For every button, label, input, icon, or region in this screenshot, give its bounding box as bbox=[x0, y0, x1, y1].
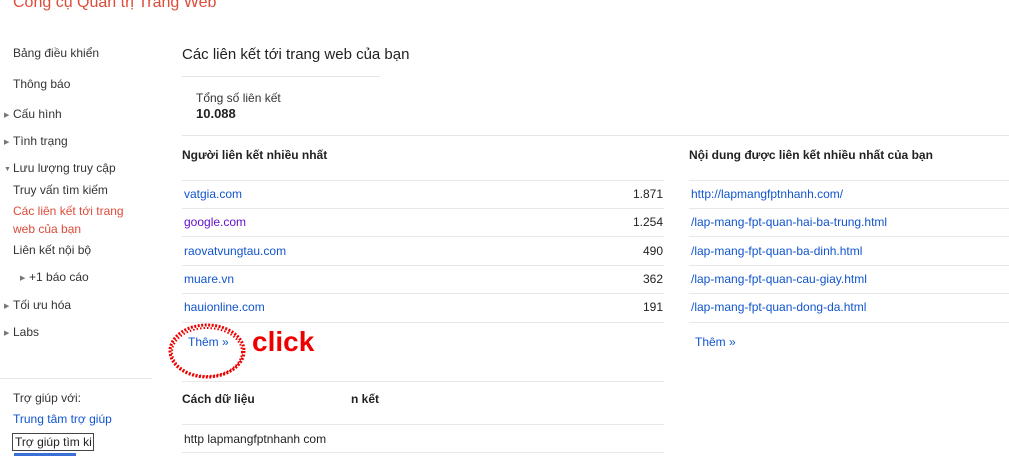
row-divider bbox=[689, 180, 1009, 181]
top-linker-link[interactable]: hauionline.com bbox=[184, 300, 265, 314]
top-content-more-link[interactable]: Thêm » bbox=[695, 335, 736, 349]
row-divider bbox=[182, 293, 664, 294]
top-linker-count: 490 bbox=[642, 244, 663, 258]
row-divider bbox=[182, 208, 664, 209]
help-center-link[interactable]: Trung tâm trợ giúp bbox=[13, 412, 112, 426]
sidebar-item-label: +1 báo cáo bbox=[29, 270, 89, 284]
top-linker-count: 362 bbox=[642, 272, 663, 286]
click-annotation-label: click bbox=[252, 326, 315, 357]
expand-triangle-icon: ▶ bbox=[4, 139, 10, 146]
top-content-link[interactable]: /lap-mang-fpt-quan-hai-ba-trung.html bbox=[691, 215, 887, 229]
sidebar-item-internal-links[interactable]: Liên kết nội bộ bbox=[13, 241, 91, 259]
help-title: Trợ giúp với: bbox=[13, 391, 81, 405]
sidebar-item-labs[interactable]: ▶ Labs bbox=[4, 323, 39, 343]
sidebar-item-label: Cấu hình bbox=[13, 107, 62, 121]
section-divider bbox=[182, 381, 664, 382]
sidebar-item-search-queries[interactable]: Truy vấn tìm kiếm bbox=[13, 181, 108, 199]
row-divider bbox=[689, 236, 1009, 237]
sidebar: Bảng điều khiển Thông báo ▶ Cấu hình ▶ Tìn… bbox=[0, 0, 160, 456]
page-title: Các liên kết tới trang web của bạn bbox=[182, 46, 410, 63]
sidebar-item-dashboard[interactable]: Bảng điều khiển bbox=[13, 44, 99, 62]
row-divider bbox=[689, 208, 1009, 209]
sidebar-item-messages[interactable]: Thông báo bbox=[13, 75, 70, 93]
row-divider bbox=[182, 180, 664, 181]
how-data-heading-part2: n kết bbox=[351, 392, 380, 406]
expand-triangle-icon: ▶ bbox=[4, 303, 10, 310]
how-data-heading-part1: Cách dữ liệu bbox=[182, 392, 255, 406]
how-data-row: http lapmangfptnhanh com bbox=[184, 432, 327, 446]
sidebar-item-label: Lưu lượng truy cập bbox=[13, 161, 116, 175]
sidebar-item-label-line1: Các liên kết tới trang bbox=[13, 204, 124, 218]
row-divider bbox=[689, 293, 1009, 294]
top-content-link[interactable]: /lap-mang-fpt-quan-ba-dinh.html bbox=[691, 244, 862, 258]
top-linker-link[interactable]: muare.vn bbox=[184, 272, 234, 286]
top-linker-link[interactable]: google.com bbox=[184, 215, 246, 229]
sidebar-item-label: Tình trạng bbox=[13, 134, 68, 148]
top-content-link[interactable]: /lap-mang-fpt-quan-dong-da.html bbox=[691, 300, 866, 314]
top-linker-count: 191 bbox=[642, 300, 663, 314]
top-linkers-heading: Người liên kết nhiều nhất bbox=[182, 148, 328, 162]
collapse-triangle-icon: ▼ bbox=[4, 166, 11, 173]
row-divider bbox=[182, 452, 664, 453]
row-divider bbox=[182, 265, 664, 266]
sidebar-item-traffic[interactable]: ▼ Lưu lượng truy cập bbox=[4, 159, 116, 179]
row-divider bbox=[182, 236, 664, 237]
total-links-value: 10.088 bbox=[196, 106, 236, 121]
row-divider bbox=[182, 424, 664, 425]
sidebar-item-plus1-reports[interactable]: ▶ +1 báo cáo bbox=[20, 268, 89, 288]
section-divider bbox=[182, 135, 1009, 136]
row-divider bbox=[689, 265, 1009, 266]
sidebar-item-label-line2: web của bạn bbox=[13, 222, 82, 236]
top-content-link[interactable]: /lap-mang-fpt-quan-cau-giay.html bbox=[691, 272, 867, 286]
expand-triangle-icon: ▶ bbox=[20, 275, 26, 282]
total-links-label: Tổng số liên kết bbox=[196, 91, 281, 105]
sidebar-item-label: Tối ưu hóa bbox=[13, 298, 72, 312]
expand-triangle-icon: ▶ bbox=[4, 112, 10, 119]
sidebar-divider bbox=[0, 378, 152, 379]
top-linker-link[interactable]: raovatvungtau.com bbox=[184, 244, 286, 258]
red-circle-annotation bbox=[168, 323, 246, 379]
top-linker-count: 1.254 bbox=[632, 215, 663, 229]
expand-triangle-icon: ▶ bbox=[4, 330, 10, 337]
top-linker-count: 1.871 bbox=[632, 187, 663, 201]
row-divider bbox=[689, 322, 1009, 323]
top-linker-link[interactable]: vatgia.com bbox=[184, 187, 242, 201]
help-search-input[interactable]: Trợ giúp tìm ki bbox=[12, 433, 94, 451]
sidebar-item-optimization[interactable]: ▶ Tối ưu hóa bbox=[4, 296, 71, 316]
top-content-link[interactable]: http://lapmangfptnhanh.com/ bbox=[691, 187, 843, 201]
sidebar-item-links-to-site[interactable]: Các liên kết tới trang web của bạn bbox=[13, 202, 124, 238]
sidebar-item-label: Labs bbox=[13, 325, 40, 339]
sidebar-item-health[interactable]: ▶ Tình trạng bbox=[4, 132, 68, 152]
top-content-heading: Nội dung được liên kết nhiều nhất của bạ… bbox=[689, 148, 933, 162]
row-divider bbox=[182, 322, 664, 323]
sidebar-item-configuration[interactable]: ▶ Cấu hình bbox=[4, 105, 62, 125]
